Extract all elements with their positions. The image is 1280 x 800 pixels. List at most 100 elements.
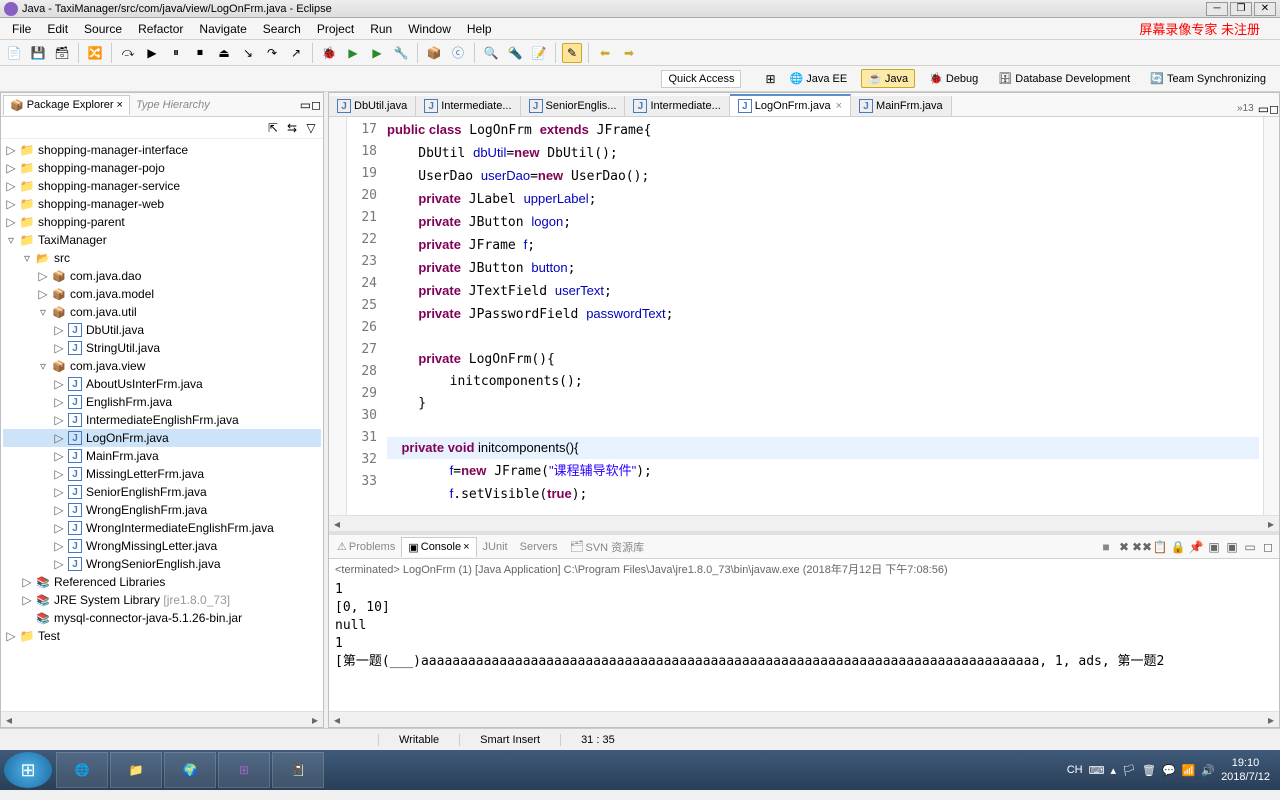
expand-arrow-icon[interactable]: ▿ [35, 305, 51, 319]
perspective-java[interactable]: ☕ Java [861, 69, 915, 88]
expand-arrow-icon[interactable]: ▷ [35, 269, 51, 283]
console-hscroll[interactable]: ◂ ▸ [329, 711, 1279, 727]
editor-tab[interactable]: LogOnFrm.java× [730, 94, 851, 116]
tree-item[interactable]: ▷Referenced Libraries [3, 573, 321, 591]
tree-item[interactable]: ▷shopping-manager-pojo [3, 159, 321, 177]
tree-item[interactable]: ▷DbUtil.java [3, 321, 321, 339]
tray-chevron-icon[interactable]: ▴ [1110, 764, 1116, 777]
menu-refactor[interactable]: Refactor [130, 20, 191, 38]
tree-item[interactable]: ▷com.java.model [3, 285, 321, 303]
scroll-left-icon[interactable]: ◂ [1, 713, 17, 727]
console-output[interactable]: 1 [0, 10] null 1 [第一题(___)aaaaaaaaaaaaaa… [329, 579, 1279, 711]
remove-all-button[interactable]: ✖✖ [1133, 538, 1151, 556]
tab-junit[interactable]: JUnit [477, 538, 514, 556]
tree-item[interactable]: ▿src [3, 249, 321, 267]
editor-overview-ruler[interactable] [1263, 117, 1279, 515]
editor-tab[interactable]: SeniorEnglis... [521, 96, 626, 116]
tree-item[interactable]: ▷SeniorEnglishFrm.java [3, 483, 321, 501]
tree-item[interactable]: ▷LogOnFrm.java [3, 429, 321, 447]
close-button[interactable]: ✕ [1254, 2, 1276, 16]
tab-package-explorer[interactable]: 📦 Package Explorer × [3, 95, 130, 115]
search-button[interactable]: 🔦 [505, 43, 525, 63]
expand-arrow-icon[interactable]: ▷ [51, 449, 67, 463]
task-item[interactable]: 📁 [110, 752, 162, 788]
expand-arrow-icon[interactable]: ▷ [51, 557, 67, 571]
tree-item[interactable]: ▿com.java.view [3, 357, 321, 375]
tree-item[interactable]: ▷EnglishFrm.java [3, 393, 321, 411]
new-class-button[interactable]: ⓒ [448, 43, 468, 63]
pin-console-button[interactable]: 📌 [1187, 538, 1205, 556]
scroll-left-icon[interactable]: ◂ [329, 713, 345, 727]
task-item[interactable]: 🌐 [56, 752, 108, 788]
maximize-view-button[interactable]: ◻ [311, 98, 321, 112]
display-console-button[interactable]: ▣ [1205, 538, 1223, 556]
remove-launch-button[interactable]: ✖ [1115, 538, 1133, 556]
tree-item[interactable]: ▷shopping-parent [3, 213, 321, 231]
expand-arrow-icon[interactable]: ▷ [3, 143, 19, 157]
minimize-view-button[interactable]: ▭ [300, 98, 311, 112]
tree-item[interactable]: ▷shopping-manager-interface [3, 141, 321, 159]
tray-battery-icon[interactable]: 🗑 [1142, 764, 1156, 777]
tab-svn[interactable]: 🗂 SVN 资源库 [564, 536, 651, 558]
tree-item[interactable]: ▷MissingLetterFrm.java [3, 465, 321, 483]
new-button[interactable]: 📄 [4, 43, 24, 63]
run-button[interactable]: ▶ [343, 43, 363, 63]
menu-project[interactable]: Project [309, 20, 362, 38]
expand-arrow-icon[interactable]: ▷ [51, 431, 67, 445]
toggle-mark-button[interactable]: ✎ [562, 43, 582, 63]
expand-arrow-icon[interactable]: ▷ [51, 323, 67, 337]
scroll-left-icon[interactable]: ◂ [329, 517, 345, 531]
tree-item[interactable]: ▷IntermediateEnglishFrm.java [3, 411, 321, 429]
tree-item[interactable]: ▷Test [3, 627, 321, 645]
expand-arrow-icon[interactable]: ▷ [35, 287, 51, 301]
editor-tab[interactable]: Intermediate... [416, 96, 520, 116]
editor-tab[interactable]: Intermediate... [625, 96, 729, 116]
close-icon[interactable]: × [117, 99, 123, 111]
start-button[interactable]: ⊞ [4, 752, 52, 788]
tray-network-icon[interactable]: 📶 [1182, 764, 1196, 777]
expand-arrow-icon[interactable]: ▿ [19, 251, 35, 265]
tree-item[interactable]: ▿TaxiManager [3, 231, 321, 249]
tree-item[interactable]: ▷WrongSeniorEnglish.java [3, 555, 321, 573]
expand-arrow-icon[interactable]: ▷ [19, 575, 35, 589]
tray-flag-icon[interactable]: 🏳 [1122, 764, 1136, 777]
editor-tab[interactable]: MainFrm.java [851, 96, 952, 116]
editor-tabs-overflow[interactable]: »13 [1233, 101, 1258, 116]
tree-item[interactable]: ▿com.java.util [3, 303, 321, 321]
switch-editor-button[interactable]: 🔀 [85, 43, 105, 63]
terminate-console-button[interactable]: ■ [1097, 538, 1115, 556]
tray-chat-icon[interactable]: 💬 [1162, 764, 1176, 777]
run-server-button[interactable]: ▶ [367, 43, 387, 63]
expand-arrow-icon[interactable]: ▷ [3, 179, 19, 193]
disconnect-button[interactable]: ⏏ [214, 43, 234, 63]
menu-edit[interactable]: Edit [39, 20, 76, 38]
scroll-right-icon[interactable]: ▸ [307, 713, 323, 727]
step-into-button[interactable]: ↘ [238, 43, 258, 63]
perspective-javaee[interactable]: 🌐 Java EE [784, 70, 854, 87]
new-package-button[interactable]: 📦 [424, 43, 444, 63]
save-all-button[interactable]: 🗃 [52, 43, 72, 63]
task-item[interactable]: 🌍 [164, 752, 216, 788]
scroll-right-icon[interactable]: ▸ [1263, 713, 1279, 727]
expand-arrow-icon[interactable]: ▷ [51, 539, 67, 553]
annotation-button[interactable]: 📝 [529, 43, 549, 63]
scroll-right-icon[interactable]: ▸ [1263, 517, 1279, 531]
tree-item[interactable]: ▷StringUtil.java [3, 339, 321, 357]
expand-arrow-icon[interactable]: ▿ [35, 359, 51, 373]
tree-item[interactable]: ▷MainFrm.java [3, 447, 321, 465]
expand-arrow-icon[interactable]: ▷ [51, 521, 67, 535]
expand-arrow-icon[interactable]: ▿ [3, 233, 19, 247]
menu-search[interactable]: Search [255, 20, 309, 38]
terminate-button[interactable]: ⏹ [190, 43, 210, 63]
resume-button[interactable]: ▶ [142, 43, 162, 63]
task-item[interactable]: ⊞ [218, 752, 270, 788]
expand-arrow-icon[interactable]: ▷ [3, 215, 19, 229]
minimize-button[interactable]: ─ [1206, 2, 1228, 16]
editor-gutter[interactable] [329, 117, 347, 515]
tab-servers[interactable]: Servers [514, 538, 564, 556]
menu-run[interactable]: Run [362, 20, 400, 38]
package-tree[interactable]: ▷shopping-manager-interface▷shopping-man… [1, 139, 323, 711]
open-console-button[interactable]: ▣ [1223, 538, 1241, 556]
tree-item[interactable]: ▷shopping-manager-service [3, 177, 321, 195]
expand-arrow-icon[interactable]: ▷ [3, 629, 19, 643]
